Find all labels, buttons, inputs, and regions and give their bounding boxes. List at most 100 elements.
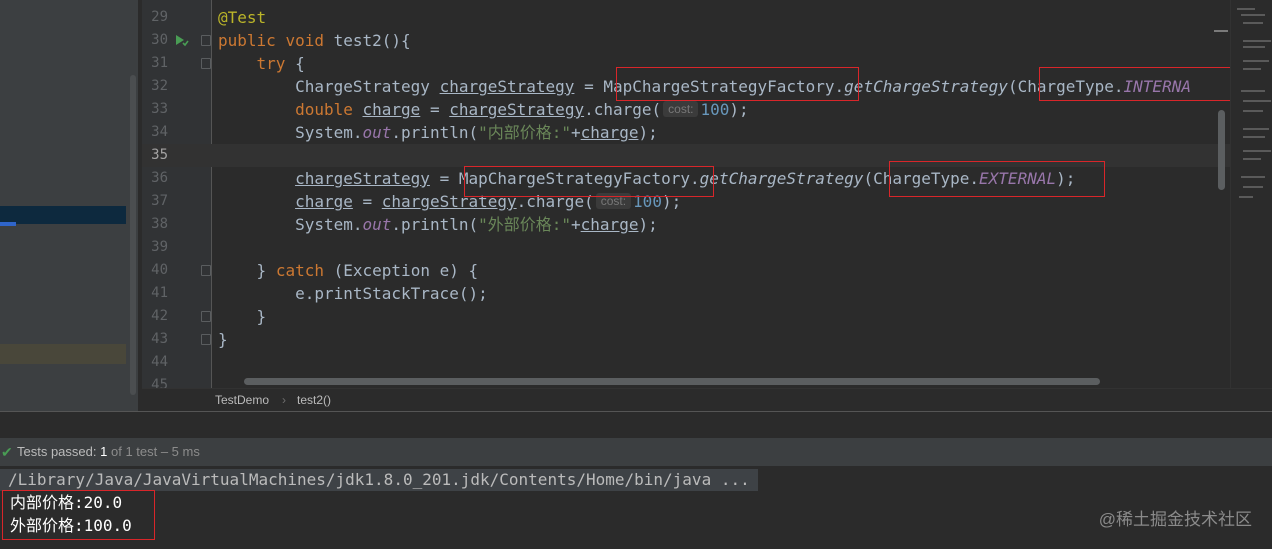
line-number: 32 bbox=[151, 78, 168, 94]
error-stripe-marker[interactable] bbox=[1214, 30, 1228, 32]
highlight-box bbox=[1039, 67, 1231, 101]
operator: + bbox=[571, 215, 581, 234]
operator: = bbox=[362, 192, 373, 211]
output-highlight-box bbox=[2, 490, 155, 540]
variable: chargeStrategy bbox=[449, 100, 585, 119]
code-punct: } bbox=[218, 330, 228, 349]
highlight-box bbox=[889, 161, 1105, 197]
variable: charge bbox=[580, 215, 639, 234]
project-highlighted-row[interactable] bbox=[0, 344, 126, 364]
check-icon: ✔ bbox=[1, 444, 13, 460]
method-call: e.printStackTrace(); bbox=[295, 284, 488, 303]
line-number: 38 bbox=[151, 216, 168, 232]
code-line-30[interactable]: 30 public void test2(){ bbox=[142, 29, 1230, 52]
breadcrumb: TestDemo › test2() bbox=[142, 388, 1272, 412]
class-ref: System. bbox=[295, 215, 363, 234]
code-line-44[interactable]: 44 bbox=[142, 351, 1230, 374]
fold-icon[interactable] bbox=[201, 334, 211, 345]
code-punct: ); bbox=[638, 215, 658, 234]
code-punct: } bbox=[256, 307, 267, 326]
status-count: 1 bbox=[100, 444, 108, 459]
status-details: of 1 test – 5 ms bbox=[110, 444, 200, 459]
number-literal: 100 bbox=[700, 100, 730, 119]
status-label: Tests passed: bbox=[17, 444, 97, 459]
highlight-box bbox=[616, 67, 859, 101]
breadcrumb-method[interactable]: test2() bbox=[297, 389, 331, 412]
variable: charge bbox=[295, 192, 353, 211]
line-number: 44 bbox=[151, 354, 168, 370]
run-panel-header bbox=[0, 411, 1272, 438]
breadcrumb-class[interactable]: TestDemo bbox=[215, 389, 269, 412]
code-line-29[interactable]: 29 @Test bbox=[142, 6, 1230, 29]
code-line-41[interactable]: 41 e.printStackTrace(); bbox=[142, 282, 1230, 305]
method-call: .charge( bbox=[584, 100, 662, 119]
code-line-42[interactable]: 42 } bbox=[142, 305, 1230, 328]
fold-icon[interactable] bbox=[201, 58, 211, 69]
editor-vertical-scroll-thumb[interactable] bbox=[1218, 110, 1225, 190]
static-method-call: getChargeStrategy bbox=[699, 169, 864, 188]
type-name: ChargeStrategy bbox=[295, 77, 430, 96]
line-number: 35 bbox=[151, 147, 168, 163]
code-line-34[interactable]: 34 System.out.println("内部价格:"+charge); bbox=[142, 121, 1230, 144]
parameter-hint: cost: bbox=[663, 101, 699, 117]
variable: charge bbox=[580, 123, 639, 142]
java-command-line: /Library/Java/JavaVirtualMachines/jdk1.8… bbox=[0, 469, 758, 491]
line-number: 30 bbox=[151, 32, 168, 48]
code-punct: { bbox=[295, 54, 305, 73]
keyword-double: double bbox=[295, 100, 353, 119]
code-line-33[interactable]: 33 double charge = chargeStrategy.charge… bbox=[142, 98, 1230, 121]
static-method-call: getChargeStrategy bbox=[844, 77, 1008, 96]
variable: charge bbox=[362, 100, 421, 119]
annotation-test: @Test bbox=[218, 8, 267, 27]
string-literal: "内部价格:" bbox=[478, 123, 572, 142]
project-selected-row[interactable] bbox=[0, 206, 126, 224]
fold-icon[interactable] bbox=[201, 311, 211, 322]
breadcrumb-separator: › bbox=[282, 393, 286, 407]
code-arg: (Exception e) { bbox=[333, 261, 479, 280]
fold-icon[interactable] bbox=[201, 35, 211, 46]
keyword-catch: catch bbox=[275, 261, 324, 280]
line-number: 45 bbox=[151, 377, 168, 388]
code-punct: ); bbox=[638, 123, 658, 142]
fold-icon[interactable] bbox=[201, 265, 211, 276]
line-number: 40 bbox=[151, 262, 168, 278]
project-scrollbar[interactable] bbox=[130, 75, 136, 395]
string-literal: "外部价格:" bbox=[478, 215, 572, 234]
horizontal-scroll-thumb[interactable] bbox=[244, 378, 1100, 385]
code-punct: (){ bbox=[381, 31, 411, 50]
project-selection-marker bbox=[0, 222, 16, 226]
watermark: @稀土掘金技术社区 bbox=[1098, 510, 1252, 529]
operator: = bbox=[439, 169, 450, 188]
static-field: out bbox=[362, 123, 392, 142]
code-line-43[interactable]: 43 } bbox=[142, 328, 1230, 351]
line-number: 36 bbox=[151, 170, 168, 186]
test-status-bar: ✔ Tests passed: 1 of 1 test – 5 ms bbox=[0, 438, 1272, 466]
code-line-39[interactable]: 39 bbox=[142, 236, 1230, 259]
code-line-38[interactable]: 38 System.out.println("外部价格:"+charge); bbox=[142, 213, 1230, 236]
project-panel[interactable] bbox=[0, 0, 138, 411]
line-number: 43 bbox=[151, 331, 168, 347]
keyword-void: void bbox=[285, 31, 324, 50]
code-line-40[interactable]: 40 } catch (Exception e) { bbox=[142, 259, 1230, 282]
line-number: 29 bbox=[151, 9, 168, 25]
static-field: out bbox=[362, 215, 392, 234]
editor-minimap[interactable] bbox=[1230, 0, 1272, 388]
variable: chargeStrategy bbox=[295, 169, 430, 188]
code-punct: ); bbox=[729, 100, 749, 119]
operator: + bbox=[571, 123, 581, 142]
variable: chargeStrategy bbox=[439, 77, 575, 96]
line-number: 41 bbox=[151, 285, 168, 301]
line-number: 42 bbox=[151, 308, 168, 324]
operator: = bbox=[584, 77, 594, 96]
run-test-icon[interactable] bbox=[173, 32, 189, 48]
keyword-try: try bbox=[256, 54, 286, 73]
test-status-text: Tests passed: 1 of 1 test – 5 ms bbox=[17, 438, 200, 466]
line-number: 33 bbox=[151, 101, 168, 117]
line-number: 34 bbox=[151, 124, 168, 140]
method-call: .println( bbox=[391, 123, 479, 142]
highlight-box bbox=[464, 166, 714, 197]
method-name: test2 bbox=[333, 31, 382, 50]
operator: = bbox=[429, 100, 440, 119]
line-number: 39 bbox=[151, 239, 168, 255]
method-call: .println( bbox=[391, 215, 479, 234]
